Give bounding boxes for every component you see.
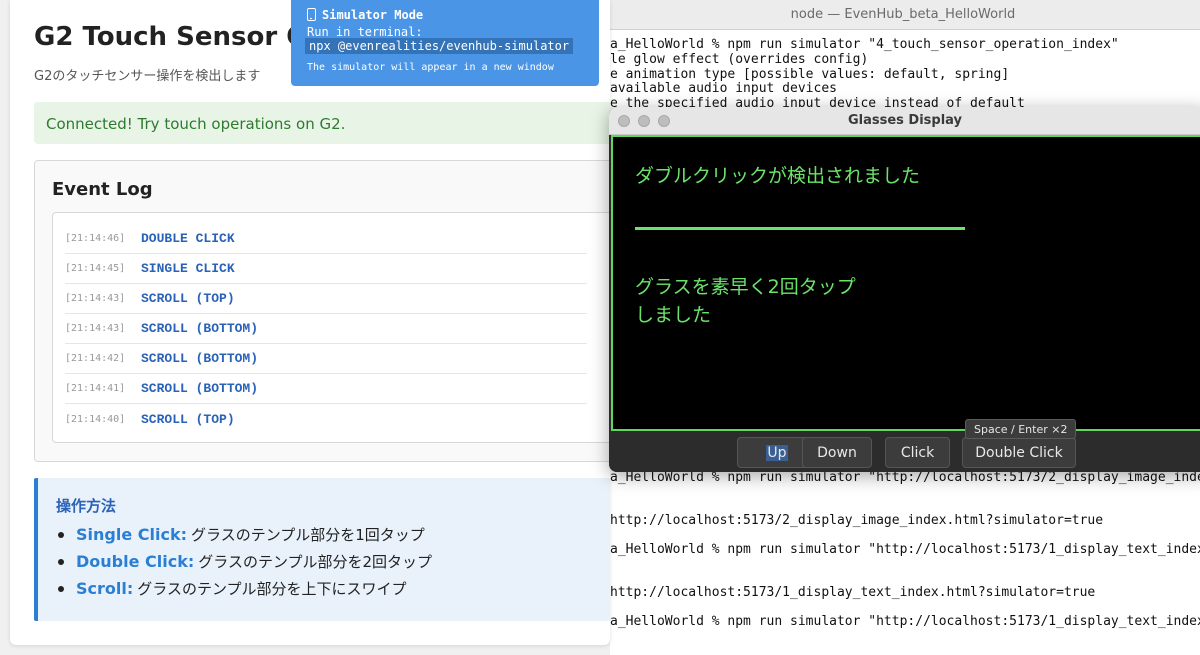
glasses-body-line: しました (635, 304, 712, 326)
terminal-titlebar: node — EvenHub_beta_HelloWorld (606, 0, 1200, 30)
bullet-icon (58, 558, 64, 565)
terminal-line: a_HelloWorld % npm run simulator "http:/… (610, 470, 1200, 485)
log-timestamp: [21:14:43] (65, 293, 126, 304)
glasses-divider (635, 227, 965, 230)
terminal-line: a_HelloWorld % npm run simulator "4_touc… (610, 37, 1119, 52)
log-timestamp: [21:14:41] (65, 383, 126, 394)
log-timestamp: [21:14:45] (65, 263, 126, 274)
log-event-name: SCROLL (TOP) (141, 291, 235, 306)
log-timestamp: [21:14:46] (65, 233, 126, 244)
log-entry: [21:14:41] SCROLL (BOTTOM) (65, 374, 587, 404)
simulator-run-label: Run in terminal: (307, 25, 423, 39)
terminal-line: http://localhost:5173/1_display_text_ind… (610, 585, 1096, 600)
log-entry: [21:14:45] SINGLE CLICK (65, 254, 587, 284)
event-log-title: Event Log (52, 179, 153, 200)
glasses-body-line: グラスを素早く2回タップ (635, 276, 856, 298)
log-event-name: DOUBLE CLICK (141, 231, 235, 246)
log-entry: [21:14:40] SCROLL (TOP) (65, 404, 587, 434)
log-event-name: SCROLL (TOP) (141, 411, 235, 427)
glasses-screen: ダブルクリックが検出されました グラスを素早く2回タップ しました (611, 135, 1200, 431)
keyboard-shortcut-tooltip: Space / Enter ×2 (965, 419, 1077, 439)
instruction-name: Double Click: (76, 552, 195, 571)
log-entry: [21:14:43] SCROLL (BOTTOM) (65, 314, 587, 344)
down-button[interactable]: Down (802, 437, 872, 468)
simulator-note: The simulator will appear in a new windo… (307, 62, 554, 73)
browser-page: G2 Touch Sensor Oper G2のタッチセンサー操作を検出します … (0, 0, 610, 655)
simulator-command[interactable]: npx @evenrealities/evenhub-simulator (305, 38, 574, 54)
event-log-list[interactable]: [21:14:46] DOUBLE CLICK [21:14:45] SINGL… (52, 212, 610, 443)
glasses-headline: ダブルクリックが検出されました (635, 165, 921, 187)
instruction-item: Double Click: グラスのテンプル部分を2回タップ (58, 551, 432, 572)
instruction-name: Scroll: (76, 579, 134, 598)
double-click-button[interactable]: Double Click (962, 437, 1076, 468)
log-entry: [21:14:43] SCROLL (TOP) (65, 284, 587, 314)
glasses-display-window: Glasses Display ダブルクリックが検出されました グラスを素早く2… (609, 107, 1200, 472)
main-card: G2 Touch Sensor Oper G2のタッチセンサー操作を検出します … (10, 0, 610, 645)
log-timestamp: [21:14:42] (65, 353, 126, 364)
instruction-description: グラスのテンプル部分を2回タップ (198, 553, 433, 571)
terminal-line: available audio input devices (610, 81, 837, 96)
terminal-line: le glow effect (overrides config) (610, 52, 869, 67)
simulator-mode-tooltip: Simulator Mode Run in terminal: npx @eve… (291, 0, 599, 86)
instruction-item: Scroll: グラスのテンプル部分を上下にスワイプ (58, 578, 407, 599)
log-timestamp: [21:14:43] (65, 323, 126, 334)
up-button-label: Up (766, 444, 788, 461)
log-entry: [21:14:42] SCROLL (BOTTOM) (65, 344, 587, 374)
click-button[interactable]: Click (885, 437, 950, 468)
instructions-title: 操作方法 (56, 497, 117, 515)
mobile-phone-icon (307, 8, 316, 21)
down-button-label: Down (817, 444, 857, 461)
bullet-icon (58, 585, 64, 592)
instruction-description: グラスのテンプル部分を上下にスワイプ (137, 580, 407, 598)
glasses-window-title: Glasses Display (847, 113, 963, 128)
log-event-name: SCROLL (BOTTOM) (141, 321, 259, 336)
double-click-button-label: Double Click (975, 444, 1063, 461)
instruction-item: Single Click: グラスのテンプル部分を1回タップ (58, 524, 425, 545)
log-event-name: SCROLL (BOTTOM) (141, 381, 259, 396)
log-event-name: SCROLL (BOTTOM) (141, 351, 259, 366)
log-timestamp: [21:14:40] (65, 413, 126, 425)
glasses-titlebar[interactable]: Glasses Display (609, 107, 1200, 135)
event-log-panel: Event Log [21:14:46] DOUBLE CLICK [21:14… (34, 160, 610, 462)
terminal-line: a_HelloWorld % npm run simulator "http:/… (610, 614, 1200, 629)
log-event-name: SINGLE CLICK (141, 261, 235, 276)
simulator-title: Simulator Mode (322, 8, 424, 22)
instruction-name: Single Click: (76, 525, 187, 544)
simulator-title-row: Simulator Mode (307, 8, 423, 22)
terminal-line: http://localhost:5173/2_display_image_in… (610, 513, 1104, 528)
bullet-icon (58, 531, 64, 538)
click-button-label: Click (900, 444, 935, 461)
status-message: Connected! Try touch operations on G2. (46, 115, 346, 133)
glasses-controls: Up Down Click Double Click (609, 431, 1200, 472)
page-subtitle: G2のタッチセンサー操作を検出します (34, 69, 261, 84)
instructions-panel: 操作方法 Single Click: グラスのテンプル部分を1回タップ Doub… (34, 478, 610, 621)
log-entry: [21:14:46] DOUBLE CLICK (65, 224, 587, 254)
terminal-title: node — EvenHub_beta_HelloWorld (790, 7, 1016, 22)
status-banner: Connected! Try touch operations on G2. (34, 102, 610, 144)
instruction-description: グラスのテンプル部分を1回タップ (191, 526, 425, 544)
terminal-line: a_HelloWorld % npm run simulator "http:/… (610, 542, 1200, 557)
